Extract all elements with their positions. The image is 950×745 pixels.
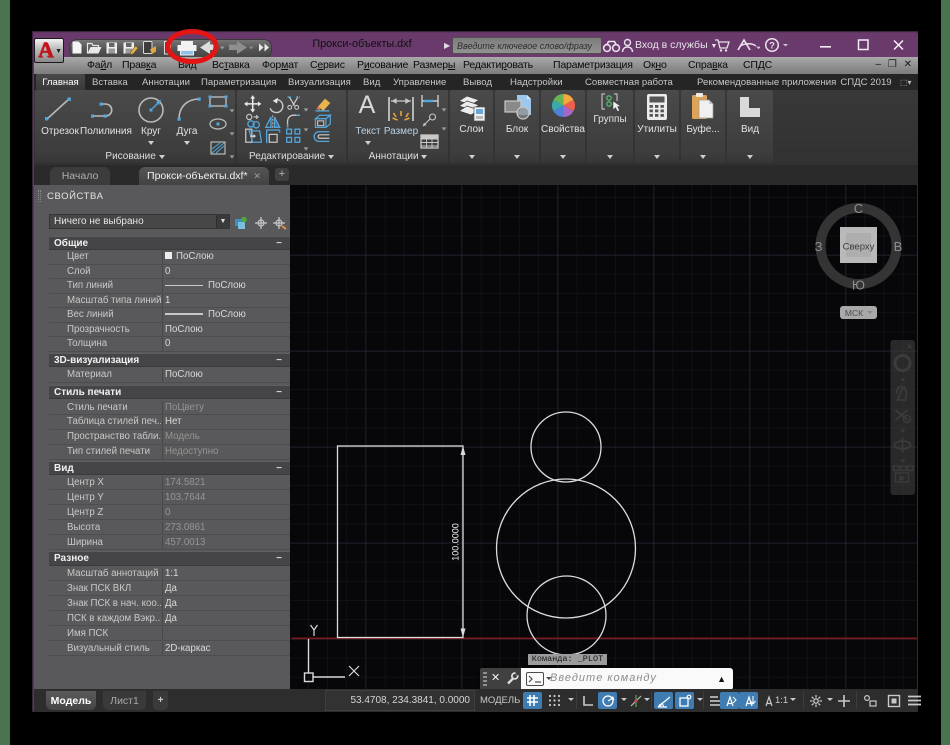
svg-text:Ю: Ю xyxy=(852,278,865,293)
svg-text:З: З xyxy=(815,239,823,254)
svg-text:?: ? xyxy=(769,40,775,51)
svg-text:МСК: МСК xyxy=(845,308,863,318)
svg-text:Сверху: Сверху xyxy=(843,242,875,253)
svg-text:С: С xyxy=(854,201,863,216)
svg-text:100.0000: 100.0000 xyxy=(451,523,461,561)
svg-text:В: В xyxy=(894,239,903,254)
